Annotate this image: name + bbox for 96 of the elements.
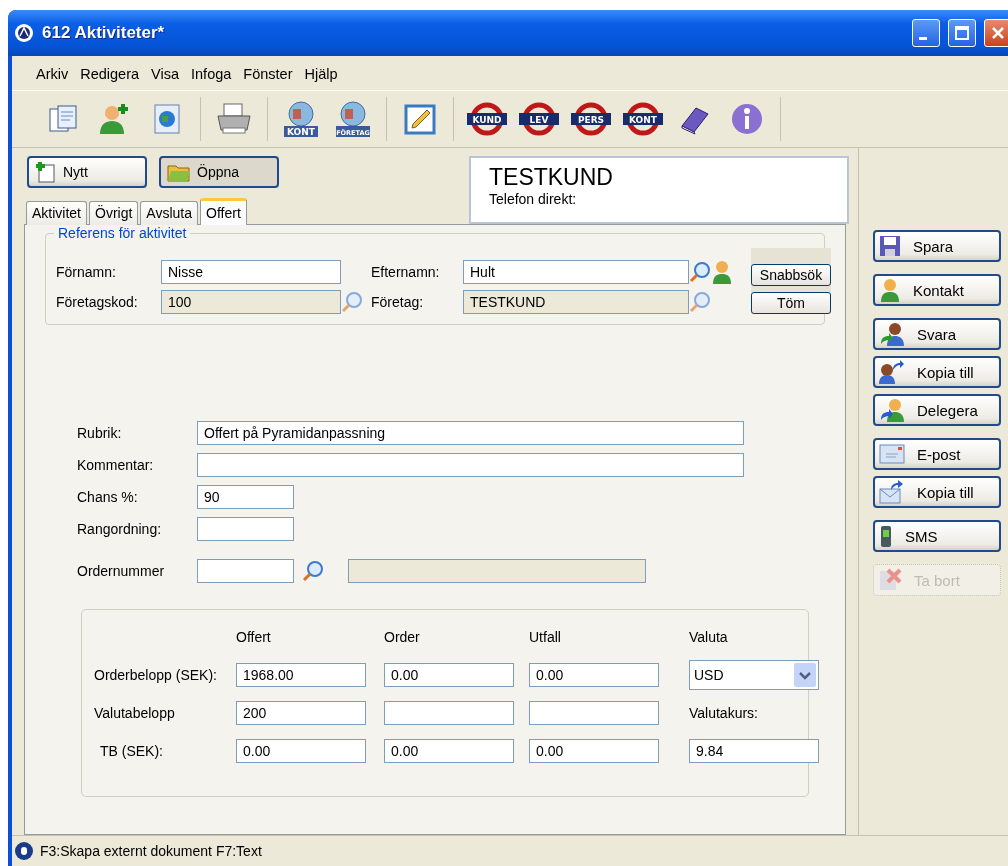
toolbar-button[interactable]: KONT xyxy=(620,96,666,142)
person-arrow-icon xyxy=(879,322,905,346)
person-icon xyxy=(711,260,733,284)
side-button[interactable]: Delegera xyxy=(873,394,1001,426)
tab[interactable]: Avsluta xyxy=(140,201,199,225)
envelope-icon xyxy=(879,443,905,465)
amount-field[interactable]: 0.00 xyxy=(384,663,514,687)
field-label: Kommentar: xyxy=(77,457,155,473)
notepad-icon xyxy=(403,102,437,136)
menu-item[interactable]: Hjälp xyxy=(298,64,344,84)
field-label: Rubrik: xyxy=(77,425,123,441)
text-field[interactable] xyxy=(197,517,294,541)
menu-item[interactable]: Arkiv xyxy=(30,64,75,84)
delete-icon xyxy=(878,568,902,592)
field-label: Företag: xyxy=(371,294,425,310)
amount-field[interactable]: 1968.00 xyxy=(236,663,366,687)
minimize-button[interactable] xyxy=(912,19,940,47)
amount-field[interactable]: 0.00 xyxy=(529,739,659,763)
rate-field[interactable]: 9.84 xyxy=(689,739,819,763)
field-label: Förnamn: xyxy=(56,264,117,280)
search-icon[interactable] xyxy=(341,291,363,313)
envelope-arrow-icon xyxy=(879,480,905,504)
close-icon xyxy=(991,26,1005,40)
field-label: Chans %: xyxy=(77,489,139,505)
maximize-icon xyxy=(955,26,969,40)
status-text: F3:Skapa externt dokument F7:Text xyxy=(40,843,262,859)
app-logo-icon xyxy=(14,23,34,43)
window-title: 612 Aktiviteter* xyxy=(42,23,166,43)
amount-field[interactable] xyxy=(384,701,514,725)
close-button[interactable] xyxy=(984,19,1008,47)
mobile-phone-icon xyxy=(879,524,893,548)
side-button[interactable]: Kopia till xyxy=(873,356,1001,388)
maximize-button[interactable] xyxy=(948,19,976,47)
currency-select[interactable]: USD xyxy=(689,660,819,690)
toolbar-button[interactable]: PERS xyxy=(568,96,614,142)
text-field[interactable]: TESTKUND xyxy=(463,290,689,314)
amount-field[interactable]: 200 xyxy=(236,701,366,725)
quick-button[interactable]: Töm xyxy=(751,292,831,314)
group-legend: Referens för aktivitet xyxy=(54,225,191,241)
side-button[interactable]: Spara xyxy=(873,230,1001,262)
text-field[interactable] xyxy=(197,559,294,583)
text-field[interactable]: 100 xyxy=(161,290,341,314)
search-icon[interactable] xyxy=(689,261,711,283)
new-document-icon xyxy=(35,161,57,183)
person-arrow-icon xyxy=(879,360,905,384)
amount-field[interactable] xyxy=(529,701,659,725)
menu-item[interactable]: Infoga xyxy=(185,64,238,84)
toolbar-button[interactable]: LEV xyxy=(516,96,562,142)
text-field[interactable]: Nisse xyxy=(161,260,341,284)
amount-field[interactable]: 0.00 xyxy=(384,739,514,763)
action-button[interactable]: Nytt xyxy=(27,156,147,188)
text-field[interactable]: 90 xyxy=(197,485,294,509)
field-label: Efternamn: xyxy=(371,264,441,280)
side-button[interactable]: E-post xyxy=(873,438,1001,470)
toolbar-button[interactable]: KUND xyxy=(464,96,510,142)
field-label: Rangordning: xyxy=(77,521,163,537)
tab[interactable]: Offert xyxy=(200,198,247,225)
action-button[interactable]: Öppna xyxy=(159,156,279,188)
side-button[interactable]: Kontakt xyxy=(873,274,1001,306)
minimize-icon xyxy=(919,36,927,40)
tab[interactable]: Övrigt xyxy=(89,201,139,225)
side-button[interactable]: Svara xyxy=(873,318,1001,350)
quick-button[interactable]: Snabbsök xyxy=(751,264,831,286)
folder-icon xyxy=(167,162,191,182)
globe-page-icon xyxy=(153,103,181,135)
help-icon xyxy=(730,102,764,136)
info-icon xyxy=(14,841,34,861)
side-button[interactable]: SMS xyxy=(873,520,1001,552)
text-field[interactable]: Hult xyxy=(463,260,689,284)
person-icon xyxy=(879,278,901,302)
search-icon[interactable] xyxy=(302,560,324,582)
field-label: Valutakurs: xyxy=(689,705,759,721)
person-arrow-icon xyxy=(879,398,905,422)
menu-item[interactable]: Redigera xyxy=(74,64,146,84)
text-field[interactable] xyxy=(197,453,744,477)
side-button[interactable]: Kopia till xyxy=(873,476,1001,508)
row-label: TB (SEK): xyxy=(99,743,164,759)
column-header: Valuta xyxy=(689,629,729,645)
text-field[interactable]: Offert på Pyramidanpassning xyxy=(197,421,744,445)
column-header: Offert xyxy=(236,629,272,645)
amount-field[interactable]: 0.00 xyxy=(529,663,659,687)
customer-name: TESTKUND xyxy=(489,164,614,191)
search-icon[interactable] xyxy=(689,291,711,313)
column-header: Order xyxy=(384,629,421,645)
document-icon xyxy=(47,103,79,135)
menu-item[interactable]: Visa xyxy=(145,64,186,84)
amount-field[interactable]: 0.00 xyxy=(236,739,366,763)
field-label: Ordernummer xyxy=(77,563,166,579)
column-header: Utfall xyxy=(529,629,562,645)
tab[interactable]: Aktivitet xyxy=(26,201,87,225)
printer-icon xyxy=(215,102,253,136)
row-label: Orderbelopp (SEK): xyxy=(94,667,218,683)
field-label: Företagskod: xyxy=(56,294,139,310)
menu-item[interactable]: Fönster xyxy=(237,64,299,84)
phone-label: Telefon direkt: xyxy=(489,191,578,207)
row-label: Valutabelopp xyxy=(94,705,176,721)
